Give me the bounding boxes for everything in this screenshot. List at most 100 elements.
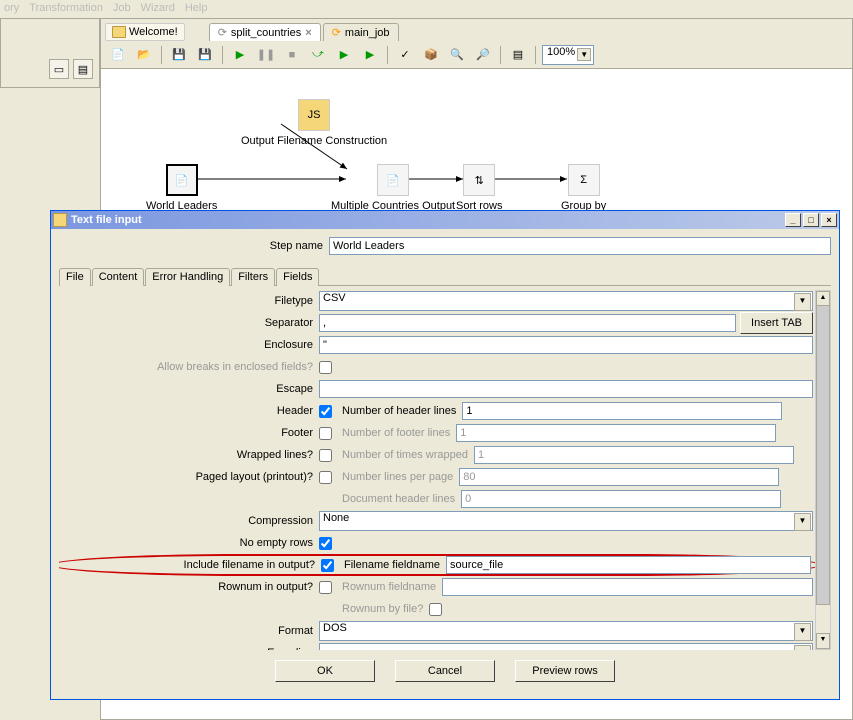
tab-file[interactable]: File [59,268,91,286]
sort-icon: ⇅ [463,164,495,196]
tab-filters[interactable]: Filters [231,268,275,286]
header-checkbox[interactable] [319,405,332,418]
rownum-label: Rownum in output? [59,581,319,593]
escape-label: Escape [59,383,319,395]
zoom-select[interactable]: 100% [542,45,594,65]
subtabs: File Content Error Handling Filters Fiel… [59,267,831,286]
open-icon[interactable]: 📂 [133,44,155,66]
check-icon[interactable]: ✓ [394,44,416,66]
show-results-icon[interactable]: ▤ [507,44,529,66]
tab-content[interactable]: Content [92,268,145,286]
menubar: ory Transformation Job Wizard Help [0,0,853,18]
toolbar: 📄 📂 💾 💾 ▶ ❚❚ ■ ⤻ ▶ ▶ ✓ 📦 🔍 🔎 ▤ 100% [101,41,852,69]
titlebar[interactable]: Text file input _ □ × [51,211,839,229]
run-icon[interactable]: ▶ [229,44,251,66]
node-group-by[interactable]: Σ Group by [561,164,606,212]
explore-icon[interactable]: 🔎 [472,44,494,66]
node-world-leaders[interactable]: 📄 World Leaders [146,164,217,212]
allow-breaks-checkbox[interactable] [319,361,332,374]
noempty-checkbox[interactable] [319,537,332,550]
menu-item[interactable]: Transformation [29,2,103,16]
paged-lines-input[interactable] [459,468,779,486]
preview-rows-button[interactable]: Preview rows [515,660,615,682]
welcome-tab[interactable]: Welcome! [105,23,185,41]
menu-item[interactable]: Wizard [141,2,175,16]
tab-label: split_countries [231,27,301,39]
format-select[interactable]: DOS [319,621,813,641]
rownum-byfile-label: Rownum by file? [342,603,423,615]
encoding-select[interactable] [319,643,813,650]
step-name-input[interactable] [329,237,831,255]
filename-fieldname-label: Filename fieldname [344,559,440,571]
tab-fields[interactable]: Fields [276,268,319,286]
tabs-row: Welcome! ⟳ split_countries × ⟳ main_job [101,19,852,41]
doc-header-input[interactable] [461,490,781,508]
menu-item[interactable]: Job [113,2,131,16]
panel-icon[interactable]: ▤ [73,59,93,79]
dialog-icon [53,213,67,227]
panel-icon[interactable]: ▭ [49,59,69,79]
tab-error-handling[interactable]: Error Handling [145,268,230,286]
node-output-filename[interactable]: JS Output Filename Construction [241,99,387,147]
paged-checkbox[interactable] [319,471,332,484]
enclosure-input[interactable] [319,336,813,354]
footer-checkbox[interactable] [319,427,332,440]
encoding-label: Encoding [59,647,319,650]
vertical-scrollbar[interactable] [815,290,831,650]
folder-icon [112,26,126,38]
pause-icon[interactable]: ❚❚ [255,44,277,66]
include-filename-label: Include filename in output? [61,559,321,571]
tab-label: main_job [345,27,390,39]
rownum-fieldname-input[interactable] [442,578,813,596]
preview-icon[interactable]: ⤻ [307,44,329,66]
separator-label: Separator [59,317,319,329]
dialog-title: Text file input [71,214,142,226]
include-filename-checkbox[interactable] [321,559,334,572]
footer-lines-input[interactable] [456,424,776,442]
tab-split-countries[interactable]: ⟳ split_countries × [209,23,321,41]
minimize-button[interactable]: _ [785,213,801,227]
close-button[interactable]: × [821,213,837,227]
maximize-button[interactable]: □ [803,213,819,227]
filetype-label: Filetype [59,295,319,307]
cancel-button[interactable]: Cancel [395,660,495,682]
footer-label: Footer [59,427,319,439]
save-icon[interactable]: 💾 [168,44,190,66]
menu-item[interactable]: ory [4,2,19,16]
filetype-select[interactable]: CSV [319,291,813,311]
wrapped-times-input[interactable] [474,446,794,464]
rownum-byfile-checkbox[interactable] [429,603,442,616]
saveall-icon[interactable]: 💾 [194,44,216,66]
file-input-icon: 📄 [166,164,198,196]
file-output-icon: 📄 [377,164,409,196]
compression-select[interactable]: None [319,511,813,531]
tab-main-job[interactable]: ⟳ main_job [323,23,399,41]
header-lines-input[interactable] [462,402,782,420]
escape-input[interactable] [319,380,813,398]
paged-label: Paged layout (printout)? [59,471,319,483]
node-sort-rows[interactable]: ⇅ Sort rows [456,164,502,212]
step-name-label: Step name [59,240,329,252]
separator-input[interactable] [319,314,736,332]
stop-icon[interactable]: ■ [281,44,303,66]
ok-button[interactable]: OK [275,660,375,682]
footer-lines-label: Number of footer lines [342,427,450,439]
insert-tab-button[interactable]: Insert TAB [740,312,813,334]
js-icon: JS [298,99,330,131]
wrapped-label: Wrapped lines? [59,449,319,461]
text-file-input-dialog: Text file input _ □ × Step name File Con… [50,210,840,700]
new-icon[interactable]: 📄 [107,44,129,66]
replay-icon[interactable]: ▶ [359,44,381,66]
rownum-checkbox[interactable] [319,581,332,594]
menu-item[interactable]: Help [185,2,208,16]
debug-icon[interactable]: ▶ [333,44,355,66]
close-icon[interactable]: × [305,27,311,39]
node-multiple-countries[interactable]: 📄 Multiple Countries Output [331,164,455,212]
sql-icon[interactable]: 🔍 [446,44,468,66]
filename-fieldname-input[interactable] [446,556,811,574]
impact-icon[interactable]: 📦 [420,44,442,66]
wrapped-checkbox[interactable] [319,449,332,462]
rownum-fieldname-label: Rownum fieldname [342,581,436,593]
noempty-label: No empty rows [59,537,319,549]
doc-header-label: Document header lines [342,493,455,505]
